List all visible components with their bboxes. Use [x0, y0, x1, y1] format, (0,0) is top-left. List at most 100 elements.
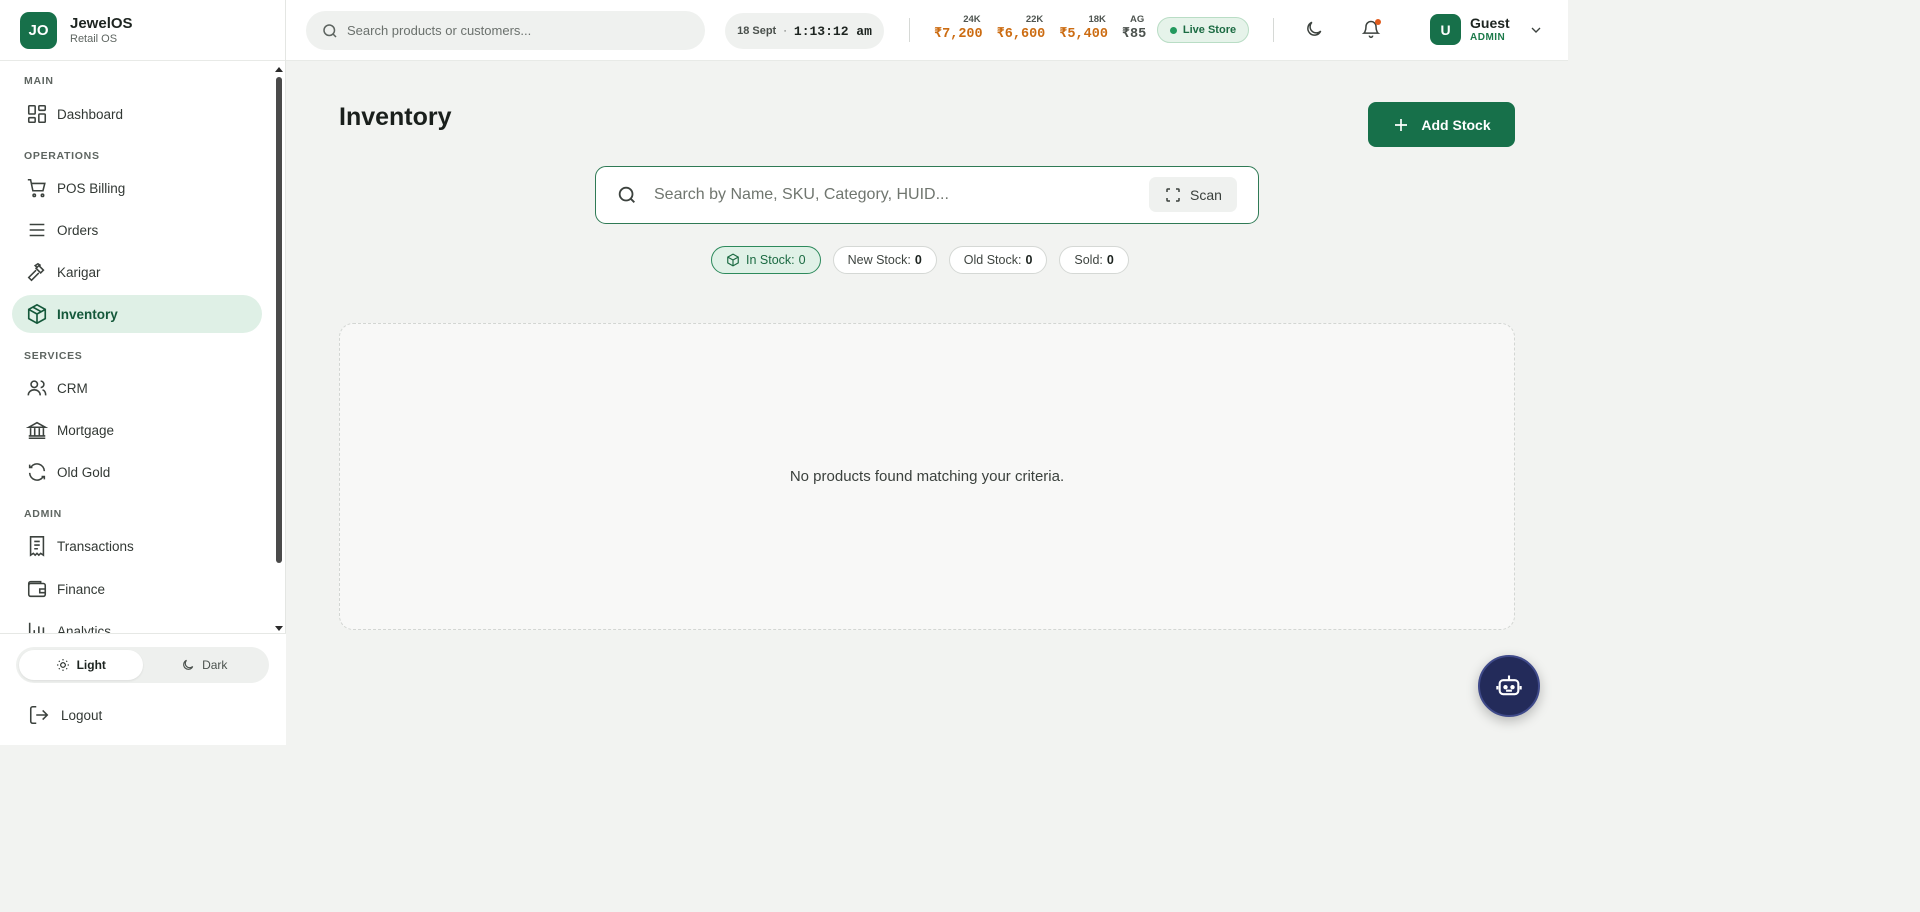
global-search[interactable]	[306, 11, 705, 50]
scroll-up-arrow-icon[interactable]	[275, 67, 283, 72]
notification-dot	[1375, 19, 1381, 25]
rate-18k: 18K ₹5,400	[1059, 14, 1108, 42]
cart-icon	[26, 177, 48, 199]
search-icon	[616, 184, 638, 206]
sun-icon	[56, 658, 70, 672]
sidebar-item-label: Finance	[57, 581, 106, 597]
sidebar-item-dashboard[interactable]: Dashboard	[12, 95, 262, 133]
chart-icon	[26, 620, 48, 633]
sidebar-item-label: Orders	[57, 222, 99, 238]
filter-count: 0	[1106, 253, 1114, 267]
filter-new-stock[interactable]: New Stock: 0	[832, 246, 937, 274]
sidebar-scrollbar[interactable]	[274, 67, 284, 633]
list-icon	[26, 219, 48, 241]
current-date: 18 Sept	[737, 25, 777, 37]
section-label-main: MAIN	[24, 75, 54, 87]
filter-label: In Stock:	[746, 253, 795, 267]
sidebar-item-label: Dashboard	[57, 106, 124, 122]
brand-logo: JO	[20, 11, 57, 49]
header-divider	[909, 18, 910, 42]
sidebar-item-label: Old Gold	[57, 464, 111, 480]
live-store-label: Live Store	[1182, 24, 1237, 36]
filter-old-stock[interactable]: Old Stock: 0	[948, 246, 1048, 274]
user-role: ADMIN	[1470, 31, 1506, 43]
filter-label: New Stock:	[847, 253, 911, 267]
chevron-down-icon	[1528, 22, 1544, 38]
sidebar-item-label: Mortgage	[57, 422, 115, 438]
sidebar-item-old-gold[interactable]: Old Gold	[12, 453, 262, 491]
user-menu[interactable]: U Guest ADMIN	[1430, 14, 1544, 45]
header-divider	[1273, 18, 1274, 42]
sidebar-item-label: Transactions	[57, 538, 134, 554]
inventory-search: Scan	[595, 166, 1259, 224]
metal-rates: 24K ₹7,200 22K ₹6,600 18K ₹5,400 AG ₹85	[934, 14, 1160, 42]
live-status-dot	[1169, 26, 1177, 34]
scan-icon	[1164, 186, 1182, 204]
empty-state-message: No products found matching your criteria…	[789, 468, 1065, 485]
filter-sold[interactable]: Sold: 0	[1059, 246, 1129, 274]
user-name: Guest	[1470, 14, 1510, 31]
sidebar-item-label: CRM	[57, 380, 88, 396]
theme-light-button[interactable]: Light	[19, 650, 143, 680]
logout-button[interactable]: Logout	[28, 704, 102, 726]
sidebar-item-pos-billing[interactable]: POS Billing	[12, 169, 262, 207]
logout-icon	[28, 704, 50, 726]
scan-button[interactable]: Scan	[1149, 177, 1237, 212]
sidebar-item-finance[interactable]: Finance	[12, 570, 262, 608]
filter-label: Sold:	[1074, 253, 1103, 267]
global-search-input[interactable]	[347, 23, 677, 38]
scrollbar-thumb[interactable]	[276, 77, 282, 563]
assistant-bot-button[interactable]	[1478, 655, 1540, 717]
filter-in-stock[interactable]: In Stock: 0	[711, 246, 821, 274]
sidebar-item-inventory[interactable]: Inventory	[12, 295, 262, 333]
sidebar-nav: MAIN Dashboard OPERATIONS POS Billing Or…	[0, 61, 286, 633]
inventory-search-input[interactable]	[654, 186, 1134, 204]
filter-count: 0	[914, 253, 922, 267]
dark-mode-toggle[interactable]	[1304, 19, 1326, 41]
sidebar-item-analytics[interactable]: Analytics	[12, 612, 262, 633]
rate-silver: AG ₹85	[1122, 14, 1146, 42]
users-icon	[26, 377, 48, 399]
products-empty-state: No products found matching your criteria…	[339, 323, 1515, 630]
filter-count: 0	[1025, 253, 1033, 267]
wallet-icon	[26, 578, 48, 600]
section-label-services: SERVICES	[24, 350, 83, 362]
moon-icon	[1304, 19, 1326, 39]
sidebar-item-transactions[interactable]: Transactions	[12, 527, 262, 565]
package-icon	[726, 253, 740, 267]
hammer-icon	[26, 261, 48, 283]
theme-dark-button[interactable]: Dark	[143, 650, 267, 680]
rate-value: ₹7,200	[934, 27, 983, 42]
sidebar-item-label: Analytics	[57, 623, 112, 634]
rate-label: AG	[1130, 14, 1145, 25]
scroll-down-arrow-icon[interactable]	[275, 626, 283, 631]
moon-icon	[181, 658, 195, 672]
rate-value: ₹5,400	[1059, 27, 1108, 42]
notifications-button[interactable]	[1361, 19, 1383, 41]
add-stock-button[interactable]: Add Stock	[1368, 102, 1515, 147]
brand: JO JewelOS Retail OS	[0, 0, 285, 61]
datetime-display: 18 Sept · 1:13:12 am	[725, 13, 884, 49]
receipt-icon	[26, 535, 48, 557]
page-title: Inventory	[339, 103, 452, 131]
current-time: 1:13:12 am	[793, 23, 872, 39]
add-stock-label: Add Stock	[1421, 116, 1491, 133]
filter-label: Old Stock:	[963, 253, 1022, 267]
top-header: 18 Sept · 1:13:12 am 24K ₹7,200 22K ₹6,6…	[286, 0, 1568, 61]
live-store-badge[interactable]: Live Store	[1157, 17, 1249, 43]
sidebar-item-karigar[interactable]: Karigar	[12, 253, 262, 291]
rate-22k: 22K ₹6,600	[997, 14, 1046, 42]
sidebar-item-label: Inventory	[57, 306, 118, 322]
theme-dark-label: Dark	[202, 658, 228, 672]
sidebar-item-label: POS Billing	[57, 180, 126, 196]
sidebar: JO JewelOS Retail OS MAIN Dashboard OPER…	[0, 0, 286, 745]
sidebar-footer: Light Dark Logout	[0, 633, 286, 745]
stock-filters: In Stock: 0 New Stock: 0 Old Stock: 0 So…	[711, 246, 1141, 274]
rate-value: ₹6,600	[996, 27, 1046, 42]
sidebar-item-crm[interactable]: CRM	[12, 369, 262, 407]
search-icon	[321, 22, 339, 40]
sidebar-item-mortgage[interactable]: Mortgage	[12, 411, 262, 449]
bank-icon	[26, 419, 48, 441]
theme-light-label: Light	[76, 658, 106, 672]
sidebar-item-orders[interactable]: Orders	[12, 211, 262, 249]
